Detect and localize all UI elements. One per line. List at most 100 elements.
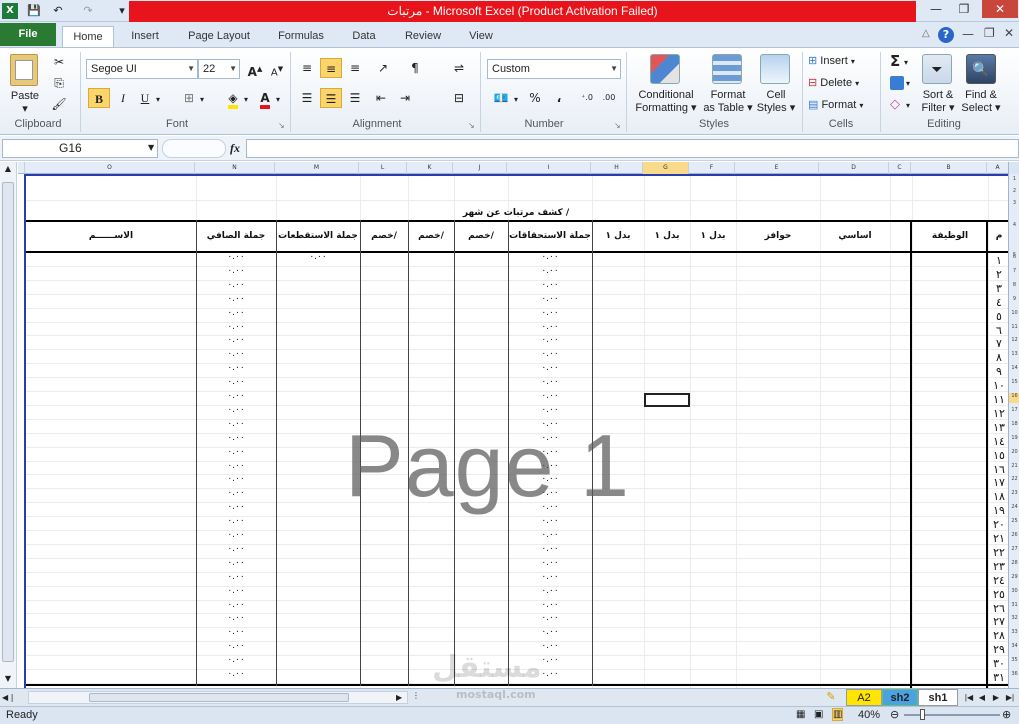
total-earnings-cell[interactable]: ٠.٠٠ bbox=[508, 377, 592, 387]
autosum-dropdown-icon[interactable]: ▾ bbox=[904, 58, 908, 67]
total-earnings-cell[interactable]: ٠.٠٠ bbox=[508, 530, 592, 540]
serial-cell[interactable]: ١٩ bbox=[988, 504, 1008, 517]
hscroll-left-icon[interactable]: ◀ | bbox=[2, 691, 26, 704]
name-box-dropdown-icon[interactable]: ▼ bbox=[148, 143, 154, 152]
row-header[interactable]: 13 bbox=[1009, 351, 1019, 361]
total-earnings-cell[interactable]: ٠.٠٠ bbox=[508, 405, 592, 415]
increase-decimal-icon[interactable]: ⁺.0 bbox=[576, 88, 598, 108]
net-pay-cell[interactable]: ٠.٠٠ bbox=[196, 502, 276, 512]
increase-indent-icon[interactable]: ⇥ bbox=[394, 88, 416, 108]
insert-cells-button[interactable]: ⊞ Insert ▾ bbox=[808, 54, 855, 69]
serial-cell[interactable]: ٢٣ bbox=[988, 560, 1008, 573]
column-header[interactable]: A bbox=[986, 162, 1008, 174]
conditional-formatting-button[interactable]: Conditional Formatting ▾ bbox=[632, 89, 700, 115]
total-earnings-cell[interactable]: ٠.٠٠ bbox=[508, 572, 592, 582]
serial-cell[interactable]: ١١ bbox=[988, 393, 1008, 406]
orientation-icon[interactable]: ↗ bbox=[372, 58, 394, 78]
row-header[interactable]: 14 bbox=[1009, 365, 1019, 375]
tab-split-handle[interactable]: ⋮ bbox=[412, 691, 420, 704]
net-pay-cell[interactable]: ٠.٠٠ bbox=[196, 613, 276, 623]
serial-cell[interactable]: ١٠ bbox=[988, 379, 1008, 392]
column-header[interactable]: M bbox=[274, 162, 358, 174]
row-header[interactable]: 11 bbox=[1009, 324, 1019, 334]
percent-style-button[interactable]: % bbox=[524, 88, 546, 108]
total-earnings-cell[interactable]: ٠.٠٠ bbox=[508, 586, 592, 596]
total-earnings-cell[interactable]: ٠.٠٠ bbox=[508, 322, 592, 332]
tab-review[interactable]: Review bbox=[398, 26, 448, 47]
net-pay-cell[interactable]: ٠.٠٠ bbox=[196, 266, 276, 276]
total-earnings-cell[interactable]: ٠.٠٠ bbox=[508, 544, 592, 554]
header-basic[interactable]: اساسي bbox=[820, 231, 890, 241]
net-pay-cell[interactable]: ٠.٠٠ bbox=[196, 433, 276, 443]
column-header[interactable]: J bbox=[452, 162, 506, 174]
tab-formulas[interactable]: Formulas bbox=[270, 26, 332, 47]
net-pay-cell[interactable]: ٠.٠٠ bbox=[196, 335, 276, 345]
serial-cell[interactable]: ١٣ bbox=[988, 421, 1008, 434]
serial-cell[interactable]: ٧ bbox=[988, 337, 1008, 350]
total-earnings-cell[interactable]: ٠.٠٠ bbox=[508, 349, 592, 359]
row-header[interactable]: 25 bbox=[1009, 518, 1019, 528]
page-layout-view-icon[interactable]: ▣ bbox=[814, 709, 823, 720]
net-pay-cell[interactable]: ٠.٠٠ bbox=[196, 474, 276, 484]
header-ded1[interactable]: خصم/ bbox=[454, 231, 508, 241]
conditional-formatting-icon[interactable] bbox=[650, 54, 680, 84]
row-header[interactable]: 30 bbox=[1009, 588, 1019, 598]
sheet-tab-sh2[interactable]: sh2 bbox=[882, 689, 918, 706]
selected-cell-g16[interactable] bbox=[644, 393, 690, 407]
row-header[interactable]: 32 bbox=[1009, 615, 1019, 625]
row-header[interactable]: 10 bbox=[1009, 310, 1019, 320]
row-header[interactable]: 18 bbox=[1009, 421, 1019, 431]
italic-button[interactable]: I bbox=[112, 88, 134, 108]
normal-view-icon[interactable]: ▦ bbox=[796, 709, 805, 720]
row-header[interactable]: 27 bbox=[1009, 546, 1019, 556]
serial-cell[interactable]: ١٧ bbox=[988, 476, 1008, 489]
serial-cell[interactable]: ١٨ bbox=[988, 490, 1008, 503]
row-header[interactable]: 19 bbox=[1009, 435, 1019, 445]
serial-cell[interactable]: ٢١ bbox=[988, 532, 1008, 545]
help-icon[interactable]: ? bbox=[938, 27, 954, 43]
find-select-button[interactable]: Find & Select ▾ bbox=[958, 89, 1004, 115]
format-as-table-button[interactable]: Format as Table ▾ bbox=[700, 89, 756, 115]
serial-cell[interactable]: ١٢ bbox=[988, 407, 1008, 420]
zoom-in-icon[interactable]: ⊕ bbox=[1002, 708, 1011, 721]
scroll-down-icon[interactable]: ▼ bbox=[2, 674, 14, 686]
header-name[interactable]: الاســــــم bbox=[26, 231, 196, 241]
borders-dropdown-icon[interactable]: ▾ bbox=[200, 95, 204, 104]
serial-cell[interactable]: ١ bbox=[988, 254, 1008, 267]
net-pay-cell[interactable]: ٠.٠٠ bbox=[196, 294, 276, 304]
column-header[interactable]: D bbox=[818, 162, 888, 174]
tab-nav-last-icon[interactable]: ▶| bbox=[1003, 689, 1017, 706]
fill-color-dropdown-icon[interactable]: ▾ bbox=[244, 95, 248, 104]
font-size-combo[interactable]: 22 ▼ bbox=[198, 59, 240, 79]
font-color-dropdown-icon[interactable]: ▾ bbox=[276, 95, 280, 104]
net-pay-cell[interactable]: ٠.٠٠ bbox=[196, 322, 276, 332]
name-box[interactable]: G16 bbox=[2, 139, 158, 158]
tab-nav-prev-icon[interactable]: ◀ bbox=[976, 689, 988, 706]
header-m[interactable]: م bbox=[988, 231, 1008, 241]
serial-cell[interactable]: ٢٩ bbox=[988, 643, 1008, 656]
net-pay-cell[interactable]: ٠.٠٠ bbox=[196, 544, 276, 554]
total-earnings-cell[interactable]: ٠.٠٠ bbox=[508, 558, 592, 568]
serial-cell[interactable]: ٢٥ bbox=[988, 588, 1008, 601]
row-header[interactable]: 2 bbox=[1009, 188, 1019, 198]
net-pay-cell[interactable]: ٠.٠٠ bbox=[196, 558, 276, 568]
minimize-ribbon-icon[interactable]: △ bbox=[922, 28, 936, 42]
horizontal-scrollbar[interactable] bbox=[28, 691, 408, 704]
row-header[interactable]: 22 bbox=[1009, 476, 1019, 486]
net-pay-cell[interactable]: ٠.٠٠ bbox=[196, 349, 276, 359]
header-total-ded[interactable]: جملة الاستقطعات bbox=[276, 231, 360, 241]
formula-bar-handle[interactable] bbox=[162, 139, 226, 158]
align-top-icon[interactable]: ≡ bbox=[296, 58, 318, 78]
net-pay-cell[interactable]: ٠.٠٠ bbox=[196, 488, 276, 498]
serial-cell[interactable]: ٨ bbox=[988, 351, 1008, 364]
borders-icon[interactable]: ⊞ bbox=[178, 88, 200, 108]
net-pay-cell[interactable]: ٠.٠٠ bbox=[196, 447, 276, 457]
find-select-icon[interactable]: 🔍 bbox=[966, 54, 996, 84]
sheet-tab-a2[interactable]: A2 bbox=[846, 689, 882, 706]
workbook-restore-icon[interactable]: ❐ bbox=[984, 26, 995, 40]
grow-font-icon[interactable]: A▲ bbox=[244, 59, 266, 79]
cell-styles-icon[interactable] bbox=[760, 54, 790, 84]
header-ded2[interactable]: خصم/ bbox=[408, 231, 454, 241]
select-all-button[interactable] bbox=[1008, 162, 1019, 174]
tab-home[interactable]: Home bbox=[62, 26, 114, 47]
